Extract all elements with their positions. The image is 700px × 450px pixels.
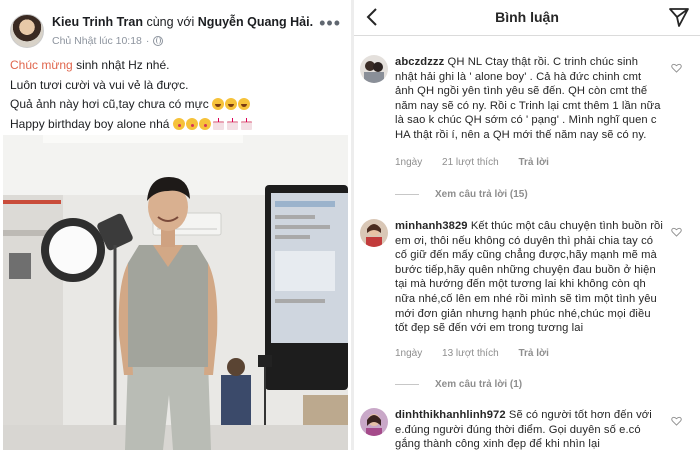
comment-age: 1ngày	[395, 348, 423, 359]
post-line-1: Chúc mừng sinh nhật Hz nhé.	[10, 56, 345, 76]
view-replies-button[interactable]: Xem câu trả lời (15)	[395, 189, 528, 200]
heart-icon[interactable]	[671, 63, 682, 73]
commenter-avatar[interactable]	[360, 219, 388, 247]
comment-text: minhanh3829 Kết thúc một câu chuyện tình…	[395, 219, 663, 336]
hashtag-highlight[interactable]: Chúc mừng	[10, 58, 73, 72]
post-line-2: Luôn tươi cười và vui vẻ là được.	[10, 77, 189, 92]
cake-emoji-icon	[240, 117, 253, 130]
kiss-emoji-icon	[172, 117, 185, 130]
comment-text: abczdzzz QH NL Ctay thật rồi. C trinh ch…	[395, 55, 663, 143]
paper-plane-icon[interactable]	[668, 6, 690, 28]
avatar-image	[360, 55, 388, 83]
comment-likes[interactable]: 13 lượt thích	[442, 348, 499, 359]
tagged-period: .	[309, 15, 314, 29]
comment-age: 1ngày	[395, 157, 423, 168]
meta-separator: ·	[145, 35, 150, 47]
cake-emoji-icon	[226, 117, 239, 130]
laughing-emoji-icon	[225, 98, 238, 110]
comment-body: QH NL Ctay thật rồi. C trinh chúc sinh n…	[395, 56, 661, 141]
author-line: Kieu Trinh Tran cùng với Nguyễn Quang Hả…	[52, 15, 313, 29]
avatar-image	[360, 219, 388, 247]
comments-panel: Bình luận abczdzzz QH NL Ctay thật rồi. …	[354, 0, 700, 450]
reply-button[interactable]: Trả lời	[518, 348, 548, 359]
comment-username[interactable]: abczdzzz	[395, 56, 444, 68]
more-dots-icon[interactable]: •••	[319, 14, 341, 32]
comments-title: Bình luận	[495, 9, 559, 25]
reply-button[interactable]: Trả lời	[518, 157, 548, 168]
heart-icon[interactable]	[671, 416, 682, 426]
replies-divider-line	[395, 384, 419, 385]
commenter-avatar[interactable]	[360, 408, 388, 436]
post-line-4: Happy birthday boy alone nhá	[10, 115, 345, 135]
comment-body: Kết thúc một câu chuyện tình buồn rồi em…	[395, 220, 663, 335]
kiss-emoji-icon	[198, 117, 211, 130]
heart-icon[interactable]	[671, 227, 682, 237]
post-line-1-rest: sinh nhật Hz nhé.	[72, 58, 170, 72]
post-line-4-text: Happy birthday boy alone nhá	[10, 116, 173, 131]
facebook-post: Kieu Trinh Tran cùng với Nguyễn Quang Hả…	[0, 0, 351, 450]
commenter-avatar[interactable]	[360, 55, 388, 83]
comment-text: dinhthikhanhlinh972 Sẽ có người tốt hơn …	[395, 408, 663, 450]
comment-username[interactable]: minhanh3829	[395, 220, 468, 232]
post-line-3-text: Quả ảnh này hơi cũ,tay chưa có mực	[10, 97, 213, 111]
view-replies-label[interactable]: Xem câu trả lời (1)	[435, 379, 522, 390]
laughing-emoji-icon	[238, 98, 251, 110]
laughing-emoji-icon	[212, 98, 225, 110]
author-avatar[interactable]	[10, 14, 44, 48]
post-timestamp[interactable]: Chủ Nhật lúc 10:18	[52, 35, 142, 47]
post-header: Kieu Trinh Tran cùng với Nguyễn Quang Hả…	[10, 14, 345, 54]
comment-username[interactable]: dinhthikhanhlinh972	[395, 409, 506, 421]
view-replies-label[interactable]: Xem câu trả lời (15)	[435, 189, 528, 200]
avatar-image	[360, 408, 388, 436]
comment-meta: 1ngày 21 lượt thích Trả lời	[395, 157, 566, 168]
post-meta: Chủ Nhật lúc 10:18 ·	[52, 35, 164, 47]
comment-meta: 1ngày 13 lượt thích Trả lời	[395, 348, 566, 359]
kiss-emoji-icon	[185, 117, 198, 130]
view-replies-button[interactable]: Xem câu trả lời (1)	[395, 379, 522, 390]
globe-icon	[153, 36, 164, 46]
post-line-3: Quả ảnh này hơi cũ,tay chưa có mực	[10, 95, 345, 115]
tagged-name[interactable]: Nguyễn Quang Hải	[198, 15, 310, 29]
with-text: cùng với	[146, 15, 195, 29]
replies-divider-line	[395, 194, 419, 195]
post-photo[interactable]	[3, 135, 348, 450]
comments-header: Bình luận	[354, 0, 700, 36]
comment-likes[interactable]: 21 lượt thích	[442, 157, 499, 168]
cake-emoji-icon	[212, 117, 225, 130]
post-text: Chúc mừng sinh nhật Hz nhé. Luôn tươi cư…	[10, 56, 345, 134]
studio-photo-illustration	[3, 135, 348, 450]
author-name[interactable]: Kieu Trinh Tran	[52, 15, 143, 29]
